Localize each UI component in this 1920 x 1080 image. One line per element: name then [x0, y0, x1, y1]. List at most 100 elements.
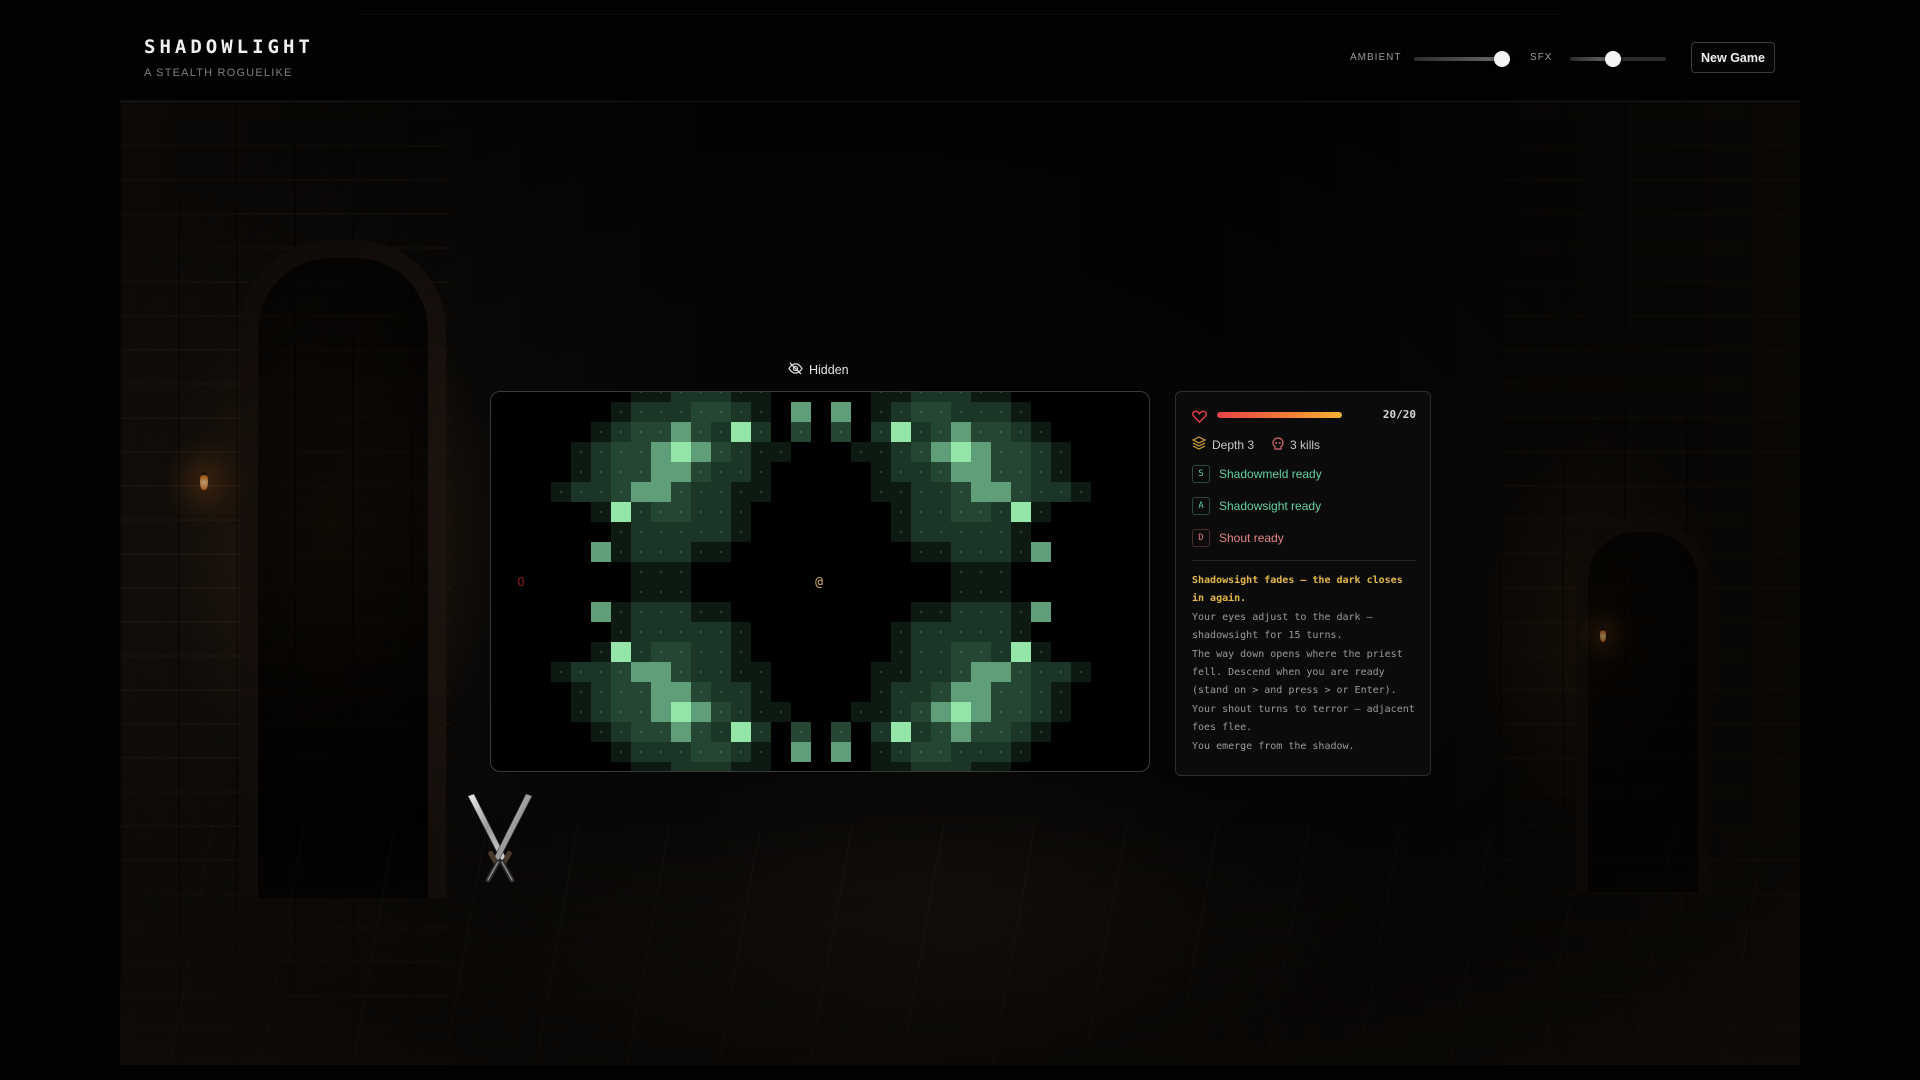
floor-dot — [1060, 691, 1062, 693]
floor-dot — [880, 771, 882, 772]
map-tile — [611, 642, 631, 662]
floor-dot — [980, 591, 982, 593]
map-tile — [651, 442, 671, 462]
ambient-slider-fill — [1414, 57, 1503, 61]
floor-dot — [760, 751, 762, 753]
torch-left — [200, 472, 208, 490]
floor-dot — [880, 751, 882, 753]
floor-dot — [680, 631, 682, 633]
floor-dot — [660, 751, 662, 753]
map-tile — [971, 462, 991, 482]
floor-dot — [1000, 411, 1002, 413]
log-entry: You emerge from the shadow. — [1192, 741, 1355, 752]
ability-label: Shadowmeld ready — [1219, 467, 1322, 481]
floor-dot — [580, 691, 582, 693]
floor-dot — [1020, 471, 1022, 473]
floor-dot — [640, 751, 642, 753]
floor-dot — [740, 771, 742, 772]
map-tile — [751, 762, 771, 771]
map-tile — [951, 722, 971, 742]
map-tile — [891, 762, 911, 771]
map-tile — [971, 442, 991, 462]
sfx-slider-knob[interactable] — [1605, 51, 1622, 67]
header: SHADOWLIGHT A STEALTH ROGUELIKE AMBIENT … — [0, 0, 1920, 102]
floor-dot — [980, 631, 982, 633]
floor-dot — [620, 451, 622, 453]
map-tile — [971, 762, 991, 771]
floor-dot — [940, 731, 942, 733]
floor-dot — [700, 511, 702, 513]
floor-dot — [1020, 671, 1022, 673]
map-tile — [951, 682, 971, 702]
ability-shout[interactable]: D Shout ready — [1192, 529, 1284, 547]
floor-dot — [980, 771, 982, 772]
map-tile — [931, 702, 951, 722]
floor-dot — [800, 731, 802, 733]
floor-dot — [1040, 511, 1042, 513]
map-tile — [591, 542, 611, 562]
log-entry: Shadowsight fades — the dark closes in a… — [1192, 575, 1403, 604]
floor-dot — [560, 671, 562, 673]
floor-dot — [880, 411, 882, 413]
floor-dot — [700, 751, 702, 753]
ambient-label: AMBIENT — [1350, 52, 1402, 63]
floor-dot — [700, 551, 702, 553]
health-bar — [1217, 412, 1342, 418]
floor-dot — [960, 631, 962, 633]
floor-dot — [640, 571, 642, 573]
map-tile — [911, 392, 931, 402]
floor-dot — [640, 691, 642, 693]
floor-dot — [740, 751, 742, 753]
floor-dot — [660, 611, 662, 613]
floor-dot — [900, 631, 902, 633]
map-tile — [991, 482, 1011, 502]
message-log: Shadowsight fades — the dark closes in a… — [1192, 572, 1418, 757]
floor-dot — [960, 411, 962, 413]
map-tile — [831, 402, 851, 422]
floor-dot — [660, 631, 662, 633]
floor-dot — [780, 711, 782, 713]
map-tile — [1011, 502, 1031, 522]
floor-dot — [620, 751, 622, 753]
ambient-slider-knob[interactable] — [1494, 51, 1511, 67]
floor-dot — [900, 491, 902, 493]
ability-shadowsight[interactable]: A Shadowsight ready — [1192, 497, 1321, 515]
floor-dot — [900, 451, 902, 453]
floor-dot — [660, 571, 662, 573]
floor-dot — [840, 731, 842, 733]
floor-dot — [940, 611, 942, 613]
new-game-button[interactable]: New Game — [1691, 42, 1775, 73]
panel-divider — [1192, 560, 1416, 561]
map-tile — [651, 482, 671, 502]
floor-dot — [600, 431, 602, 433]
map-tile — [951, 422, 971, 442]
floor-dot — [620, 431, 622, 433]
torch-right — [1600, 628, 1606, 642]
floor-dot — [800, 431, 802, 433]
floor-dot — [880, 731, 882, 733]
floor-dot — [760, 731, 762, 733]
floor-dot — [660, 731, 662, 733]
map-tile — [671, 762, 691, 771]
map-tile — [971, 662, 991, 682]
floor-dot — [1060, 711, 1062, 713]
floor-dot — [660, 531, 662, 533]
map-tile — [671, 462, 691, 482]
floor-dot — [560, 491, 562, 493]
floor-dot — [1020, 491, 1022, 493]
floor-dot — [680, 611, 682, 613]
floor-dot — [1000, 531, 1002, 533]
floor-dot — [920, 511, 922, 513]
skull-icon — [1272, 436, 1284, 453]
floor-dot — [940, 491, 942, 493]
floor-dot — [720, 511, 722, 513]
ambient-volume-slider[interactable] — [1414, 51, 1511, 67]
sfx-volume-slider[interactable] — [1570, 51, 1666, 67]
floor-dot — [640, 611, 642, 613]
ability-shadowmeld[interactable]: S Shadowmeld ready — [1192, 465, 1322, 483]
dungeon-map[interactable]: @ O — [490, 391, 1150, 772]
map-tile — [931, 762, 951, 771]
map-tile — [691, 702, 711, 722]
floor-dot — [1040, 671, 1042, 673]
floor-dot — [900, 711, 902, 713]
